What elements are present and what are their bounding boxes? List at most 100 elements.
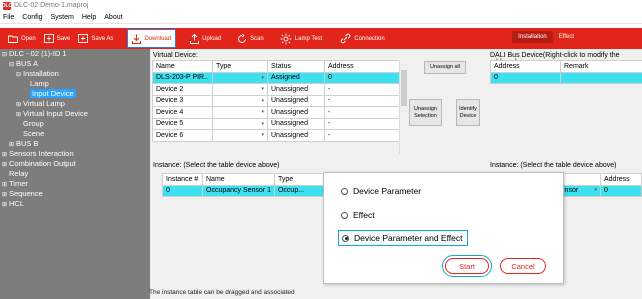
option-device-parameter[interactable]: Device Parameter	[341, 186, 421, 196]
device-address-cell[interactable]: -	[324, 94, 400, 107]
device-address-cell-text: -	[328, 97, 331, 105]
device-name-cell[interactable]: DLS-203-P PIR..	[152, 71, 213, 84]
dropdown-arrow-icon[interactable]: ▾	[594, 187, 597, 193]
table-row[interactable]: Sensor ▾ 0	[552, 184, 642, 197]
download-button[interactable]: Download	[127, 29, 177, 48]
device-type-cell[interactable]: ▾	[212, 83, 268, 96]
instance-name-cell[interactable]: Occupancy Sensor 1	[202, 184, 275, 197]
instance-address-cell[interactable]: 0	[600, 184, 642, 197]
tree-item[interactable]: Input Device	[0, 89, 150, 99]
device-type-cell[interactable]: ▾	[212, 117, 268, 130]
tree-toggle-icon[interactable]: ⊟	[9, 60, 16, 70]
table-row[interactable]: Device 6 ▾ Unassigned -	[152, 129, 400, 142]
tree-item[interactable]: ⊟ Installation	[0, 69, 150, 79]
dropdown-arrow-icon[interactable]: ▾	[261, 75, 264, 81]
connection-button[interactable]: Connection	[336, 29, 388, 48]
instance-number-cell[interactable]: 0	[162, 184, 203, 197]
menu-help[interactable]: Help	[82, 14, 96, 21]
device-name-cell[interactable]: Device 4	[152, 106, 213, 119]
tree-item[interactable]: ⊞ Sensors Interaction	[0, 149, 150, 159]
menu-config[interactable]: Config	[22, 14, 42, 21]
table-row[interactable]: 0Occupancy Sensor 1Occup...▾	[162, 184, 333, 197]
table-row[interactable]: Device 4 ▾ Unassigned -	[152, 106, 400, 119]
tree-item[interactable]: ⊞ HCL	[0, 199, 150, 209]
tree-item[interactable]: ⊞ Sequence	[0, 189, 150, 199]
option-device-parameter-and-effect[interactable]: Device Parameter and Effect	[338, 230, 468, 246]
menu-about[interactable]: About	[104, 14, 122, 21]
device-address-cell[interactable]: 0	[324, 71, 400, 84]
dropdown-arrow-icon[interactable]: ▾	[261, 109, 264, 115]
tree-item-label: HCL	[9, 199, 25, 208]
device-name-cell[interactable]: Device 3	[152, 94, 213, 107]
radio-device-parameter-and-effect[interactable]	[342, 234, 349, 242]
device-type-cell[interactable]: ▾	[212, 71, 268, 84]
device-name-cell[interactable]: Device 2	[152, 83, 213, 96]
start-button[interactable]: Start	[442, 255, 492, 277]
dropdown-arrow-icon[interactable]: ▾	[261, 132, 264, 138]
tree-item-label: Sensors Interaction	[9, 149, 74, 158]
save-as-button[interactable]: Save As	[74, 29, 117, 48]
unassign-selection-button[interactable]: Unassign Selection	[409, 99, 442, 126]
tree-item[interactable]: ⊟ BUS A	[0, 59, 150, 69]
tree-item[interactable]: Lamp	[0, 79, 150, 89]
dropdown-arrow-icon[interactable]: ▾	[261, 86, 264, 92]
upload-button[interactable]: Upload	[186, 29, 225, 48]
radio-effect[interactable]	[341, 211, 348, 219]
cancel-button[interactable]: Cancel	[500, 258, 546, 274]
device-status-cell[interactable]: Unassigned	[267, 83, 325, 96]
device-type-cell[interactable]: ▾	[212, 94, 268, 107]
device-address-cell[interactable]: -	[324, 83, 400, 96]
instance-title: Instance: (Select the table device above…	[153, 162, 280, 169]
device-type-cell[interactable]: ▾	[212, 106, 268, 119]
device-address-cell[interactable]: -	[324, 106, 400, 119]
table-row[interactable]: Device 2 ▾ Unassigned -	[152, 83, 400, 96]
dali-address-cell[interactable]: 0	[490, 71, 561, 84]
device-name-cell[interactable]: Device 5	[152, 117, 213, 130]
dropdown-arrow-icon[interactable]: ▾	[261, 121, 264, 127]
mode-effect-button[interactable]: Effect	[553, 31, 580, 43]
tree-toggle-icon[interactable]: ⊞	[2, 200, 9, 210]
device-address-cell[interactable]: -	[324, 117, 400, 130]
option-effect[interactable]: Effect	[341, 210, 375, 220]
virtual-device-scrollbar[interactable]	[399, 60, 407, 154]
table-row[interactable]: DLS-203-P PIR.. ▾ Assigned 0	[152, 71, 400, 84]
tree-item[interactable]: ⊞ BUS B	[0, 139, 150, 149]
device-name-cell[interactable]: Device 6	[152, 129, 213, 142]
device-status-cell[interactable]: Assigned	[267, 71, 325, 84]
identify-device-button[interactable]: Identify Device	[456, 99, 480, 126]
scroll-thumb[interactable]	[401, 70, 407, 106]
save-button[interactable]: Save	[40, 29, 75, 48]
upload-label: Upload	[202, 35, 222, 42]
tree-item[interactable]: ⊞ Virtual Input Device	[0, 109, 150, 119]
scan-button[interactable]: Scan	[233, 29, 268, 48]
device-status-cell[interactable]: Unassigned	[267, 94, 325, 107]
tree-item[interactable]: ⊞ Virtual Lamp	[0, 99, 150, 109]
tree-item[interactable]: ⊞ Combination Output	[0, 159, 150, 169]
device-address-cell[interactable]: -	[324, 129, 400, 142]
tree-toggle-icon[interactable]: ⊟	[2, 50, 9, 60]
device-status-cell-text: Unassigned	[271, 131, 308, 139]
open-button[interactable]: Open	[4, 29, 40, 48]
device-type-cell[interactable]: ▾	[212, 129, 268, 142]
device-status-cell[interactable]: Unassigned	[267, 129, 325, 142]
table-row[interactable]: Device 5 ▾ Unassigned -	[152, 117, 400, 130]
device-status-cell-text: Unassigned	[271, 120, 308, 128]
menu-system[interactable]: System	[51, 14, 74, 21]
tree-item[interactable]: ⊟ DLC - 02 (1)-ID 1	[0, 49, 150, 59]
tree-item[interactable]: Relay	[0, 169, 150, 179]
device-status-cell[interactable]: Unassigned	[267, 106, 325, 119]
radio-device-parameter[interactable]	[341, 187, 348, 195]
dropdown-arrow-icon[interactable]: ▾	[261, 98, 264, 104]
menu-file[interactable]: File	[3, 14, 14, 21]
table-row[interactable]: 0	[490, 71, 642, 84]
table-row[interactable]: Device 3 ▾ Unassigned -	[152, 94, 400, 107]
mode-installation-button[interactable]: Installation	[512, 31, 553, 43]
lamp-test-button[interactable]: Lamp Test	[276, 29, 327, 48]
dali-remark-cell[interactable]	[560, 71, 642, 84]
unassign-all-button[interactable]: Unassign all	[424, 61, 466, 74]
tree-item[interactable]: Group	[0, 119, 150, 129]
tree-item[interactable]: Scene	[0, 129, 150, 139]
tree-item[interactable]: ⊞ Timer	[0, 179, 150, 189]
tree-toggle-icon[interactable]: ⊟	[16, 70, 23, 80]
device-status-cell[interactable]: Unassigned	[267, 117, 325, 130]
